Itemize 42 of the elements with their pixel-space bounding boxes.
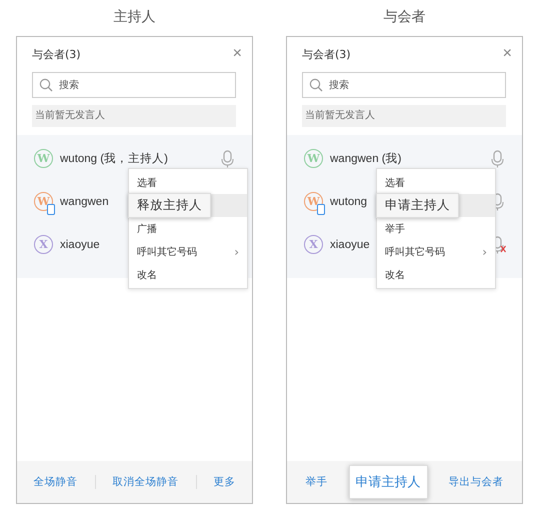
close-button[interactable]: × xyxy=(502,46,512,62)
panel-title: 与会者(3) xyxy=(302,46,351,62)
microphone-icon[interactable] xyxy=(220,150,236,168)
footer-link[interactable]: 取消全场静音 xyxy=(112,475,178,489)
footer-link[interactable]: 申请主持人 xyxy=(348,465,428,499)
submenu-arrow: › xyxy=(482,244,487,258)
participant-name: xiaoyue xyxy=(60,238,100,250)
menu-item[interactable]: 改名 xyxy=(129,268,157,282)
search-field[interactable]: 搜索 xyxy=(302,72,506,98)
avatar: W xyxy=(34,149,53,168)
participant-name: wangwen xyxy=(60,196,109,208)
menu-item[interactable]: 选看 xyxy=(377,176,405,190)
menu-item[interactable]: 申请主持人 xyxy=(376,193,459,218)
search-icon xyxy=(309,78,323,92)
search-field[interactable]: 搜索 xyxy=(32,72,236,98)
menu-item[interactable]: 呼叫其它号码 xyxy=(129,244,197,258)
menu-item[interactable]: 选看 xyxy=(129,176,157,190)
menu-item[interactable]: 释放主持人 xyxy=(128,193,211,218)
panel-title: 与会者(3) xyxy=(32,46,81,62)
avatar: W xyxy=(304,149,323,168)
panel-caption: 主持人 xyxy=(112,8,156,27)
avatar: X xyxy=(304,235,323,254)
footer-link[interactable]: 全场静音 xyxy=(34,475,78,489)
search-icon xyxy=(39,78,53,92)
menu-item[interactable]: 广播 xyxy=(129,222,157,236)
menu-item[interactable]: 改名 xyxy=(377,268,405,282)
speaker-notice: 当前暂无发言人 xyxy=(302,105,506,127)
footer-link[interactable]: 导出与会者 xyxy=(448,475,504,489)
footer-link[interactable]: 更多 xyxy=(214,475,236,489)
avatar: X xyxy=(34,235,53,254)
panel-caption: 与会者 xyxy=(382,8,426,27)
participant-name: wangwen (我) xyxy=(330,152,402,166)
participant-name: wutong (我，主持人) xyxy=(60,151,168,166)
participant-name: wutong xyxy=(330,196,368,208)
close-button[interactable]: × xyxy=(232,46,242,62)
microphone-icon[interactable] xyxy=(490,150,506,168)
menu-item[interactable]: 举手 xyxy=(377,222,405,236)
menu-item[interactable]: 呼叫其它号码 xyxy=(377,244,445,258)
speaker-notice: 当前暂无发言人 xyxy=(32,105,236,127)
participant-name: xiaoyue xyxy=(330,238,370,250)
submenu-arrow: › xyxy=(234,244,239,258)
footer-link[interactable]: 举手 xyxy=(306,475,328,489)
